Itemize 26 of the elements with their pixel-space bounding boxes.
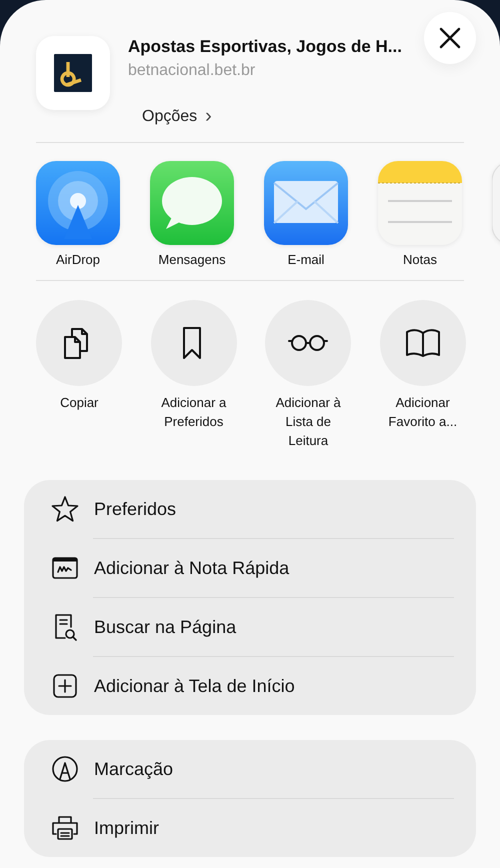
menu-item[interactable]: Buscar na Página [24, 598, 476, 656]
mail-icon[interactable] [264, 161, 348, 245]
note-icon [51, 554, 79, 582]
action-label: Copiar [60, 394, 98, 412]
menu-item[interactable]: Adicionar à Nota Rápida [24, 539, 476, 597]
airdrop-icon[interactable] [36, 161, 120, 245]
close-icon [439, 27, 461, 49]
app-label[interactable]: Notas [403, 252, 437, 268]
options-button[interactable]: Opções › [142, 105, 212, 128]
star-icon [51, 495, 79, 523]
action-label: Adicionar a Preferidos [161, 394, 226, 431]
page-url: betnacional.bet.br [128, 61, 256, 81]
app-label[interactable]: E-mail [288, 252, 324, 268]
action-label: Adicionar Favorito a... [388, 394, 458, 431]
printer-icon [51, 814, 79, 842]
page-title: Apostas Esportivas, Jogos de H... [128, 37, 402, 57]
menu-item[interactable]: Marcação [24, 740, 476, 798]
menu-item[interactable]: Imprimir [24, 799, 476, 857]
logo-icon [54, 54, 92, 92]
menu-item[interactable]: Adicionar à Tela de Início [24, 657, 476, 715]
add-icon [51, 672, 79, 700]
app-label[interactable]: Mensagens [158, 252, 226, 268]
pen-tip-icon [51, 755, 79, 783]
action-label: Adicionar à Lista de Leitura [276, 394, 341, 450]
app-label[interactable]: AirDrop [56, 252, 100, 268]
menu-item[interactable]: Preferidos [24, 480, 476, 538]
